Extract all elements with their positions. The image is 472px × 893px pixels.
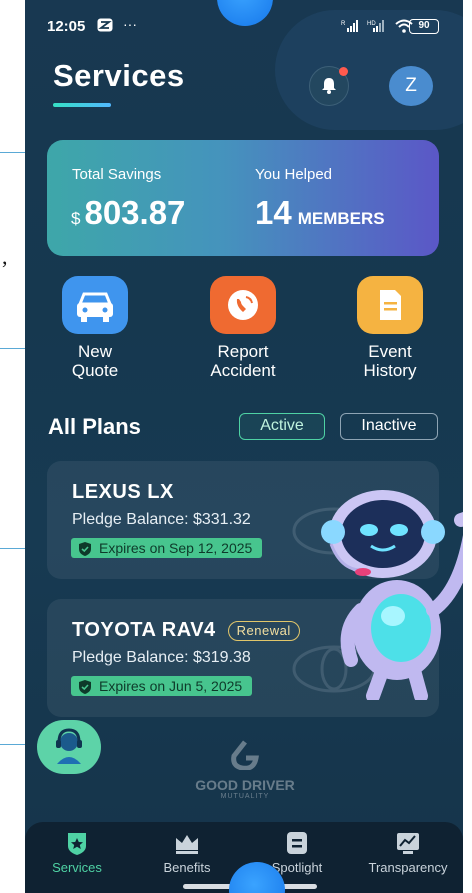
divider-line	[0, 548, 26, 549]
helped-count: 14	[255, 194, 292, 231]
shield-check-icon	[79, 679, 91, 699]
crown-icon	[174, 830, 200, 856]
svg-text:HD: HD	[367, 21, 376, 27]
report-accident-button[interactable]: Report Accident	[183, 276, 303, 380]
bell-icon	[321, 77, 337, 95]
savings-amount: 803.87	[84, 194, 186, 231]
helped-value: 14 MEMBERS	[255, 194, 385, 232]
plan-pledge-balance: Pledge Balance: $319.38	[72, 649, 251, 666]
notification-button[interactable]	[309, 66, 349, 106]
tab-inactive[interactable]: Inactive	[340, 413, 438, 440]
expiry-badge: Expires on Sep 12, 2025	[71, 538, 263, 561]
plan-vehicle-name: LEXUS LX	[72, 481, 174, 503]
stray-comma: ,	[2, 244, 8, 269]
new-quote-label: New Quote	[71, 342, 119, 380]
nav-label: Benefits	[163, 860, 211, 875]
expiry-text: Expires on Jun 5, 2025	[99, 678, 243, 694]
status-time: 12:05	[47, 18, 86, 35]
robot-mascot-icon	[321, 490, 463, 700]
helped-unit: MEMBERS	[297, 209, 385, 228]
document-icon	[357, 276, 423, 334]
divider-line	[0, 744, 26, 745]
brand-name: GOOD DRIVER	[195, 777, 295, 793]
signal-icon: R	[341, 19, 363, 35]
notification-badge	[339, 67, 348, 76]
signal-hd-icon: HD	[367, 19, 389, 35]
app-screen: 12:05 ··· R HD 90 Services Z Total Savin…	[25, 0, 463, 893]
shield-check-icon	[79, 541, 91, 561]
title-underline	[53, 103, 111, 107]
plan-pledge-balance: Pledge Balance: $331.32	[72, 511, 251, 528]
page-title: Services	[53, 58, 185, 93]
support-agent-button[interactable]	[37, 720, 101, 774]
battery-indicator: 90	[409, 19, 439, 34]
phone-call-icon	[210, 276, 276, 334]
svg-text:R: R	[341, 21, 346, 27]
plan-vehicle-name: TOYOTA RAV4 Renewal	[72, 619, 300, 642]
star-shield-icon	[64, 830, 90, 856]
divider-line	[0, 152, 26, 153]
mail-icon	[97, 18, 113, 35]
brand-logo-icon	[231, 740, 259, 771]
event-history-button[interactable]: Event History	[330, 276, 450, 380]
nav-item-transparency[interactable]: Transparency	[358, 830, 458, 875]
expiry-text: Expires on Sep 12, 2025	[99, 540, 253, 556]
nav-label: Transparency	[368, 860, 448, 875]
status-bar: 12:05 ··· R HD 90	[45, 16, 445, 38]
nav-label: Services	[52, 860, 102, 875]
report-accident-label: Report Accident	[210, 342, 276, 380]
renewal-badge: Renewal	[227, 620, 300, 641]
expiry-badge: Expires on Jun 5, 2025	[71, 676, 253, 699]
all-plans-title: All Plans	[48, 414, 141, 439]
helped-label: You Helped	[255, 166, 333, 183]
avatar[interactable]: Z	[389, 66, 433, 106]
car-icon	[62, 276, 128, 334]
new-quote-button[interactable]: New Quote	[35, 276, 155, 380]
brand-sub: MUTUALITY	[220, 793, 270, 800]
savings-card: Total Savings $803.87 You Helped 14 MEMBE…	[47, 140, 439, 256]
headset-agent-icon	[56, 728, 82, 764]
nav-item-benefits[interactable]: Benefits	[137, 830, 237, 875]
divider-line	[0, 348, 26, 349]
brand-watermark: GOOD DRIVER MUTUALITY	[190, 740, 300, 800]
nav-item-services[interactable]: Services	[27, 830, 127, 875]
tab-active[interactable]: Active	[239, 413, 325, 440]
list-icon	[284, 830, 310, 856]
total-savings-label: Total Savings	[72, 166, 162, 183]
plan-vehicle-text: TOYOTA RAV4	[72, 619, 216, 641]
event-history-label: Event History	[363, 342, 417, 380]
more-dots-icon: ···	[123, 16, 137, 32]
total-savings-value: $803.87	[71, 194, 185, 232]
chart-board-icon	[395, 830, 421, 856]
currency-symbol: $	[71, 209, 81, 228]
